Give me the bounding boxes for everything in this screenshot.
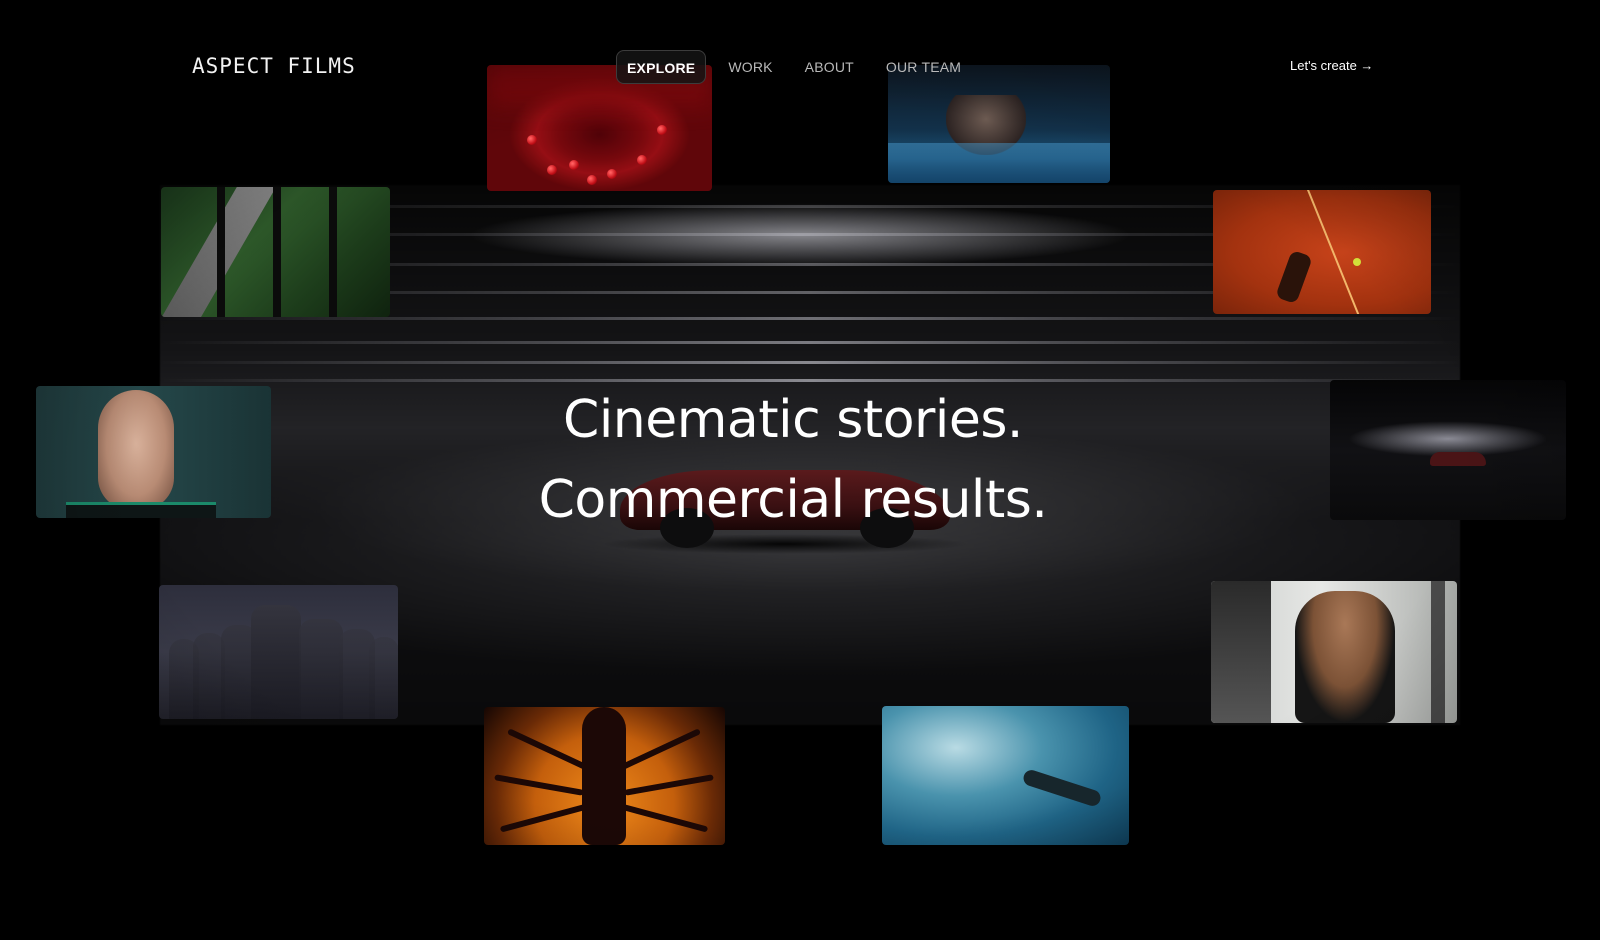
ceiling-light-glow bbox=[360, 200, 1240, 270]
thumbnail-tennis[interactable] bbox=[1213, 190, 1431, 314]
thumbnail-spider-silhouette[interactable] bbox=[484, 707, 725, 845]
main-nav: EXPLORE WORK ABOUT OUR TEAM bbox=[616, 50, 983, 84]
nav-item-our-team[interactable]: OUR TEAM bbox=[876, 50, 971, 84]
thumbnail-forest-road[interactable] bbox=[161, 187, 390, 317]
hero-headline-line1: Cinematic stories. bbox=[563, 390, 1023, 450]
brand-logo[interactable]: ASPECT FILMS bbox=[192, 54, 356, 78]
nav-item-explore[interactable]: EXPLORE bbox=[616, 50, 707, 84]
page: ASPECT FILMS EXPLORE WORK ABOUT OUR TEAM… bbox=[0, 0, 1600, 940]
nav-item-work[interactable]: WORK bbox=[718, 50, 782, 84]
thumbnail-car-tunnel[interactable] bbox=[1330, 380, 1566, 520]
hero-headline-line2: Commercial results. bbox=[538, 470, 1048, 530]
thumbnail-suited-men[interactable] bbox=[159, 585, 398, 719]
nav-item-about[interactable]: ABOUT bbox=[795, 50, 864, 84]
thumbnail-portrait-woman[interactable] bbox=[36, 386, 271, 518]
thumbnail-gym-workout[interactable] bbox=[1211, 581, 1457, 723]
thumbnail-underwater-surfer[interactable] bbox=[882, 706, 1129, 845]
hero-headline: Cinematic stories. Commercial results. bbox=[400, 380, 1186, 540]
lets-create-link[interactable]: Let's create → bbox=[1290, 58, 1373, 73]
